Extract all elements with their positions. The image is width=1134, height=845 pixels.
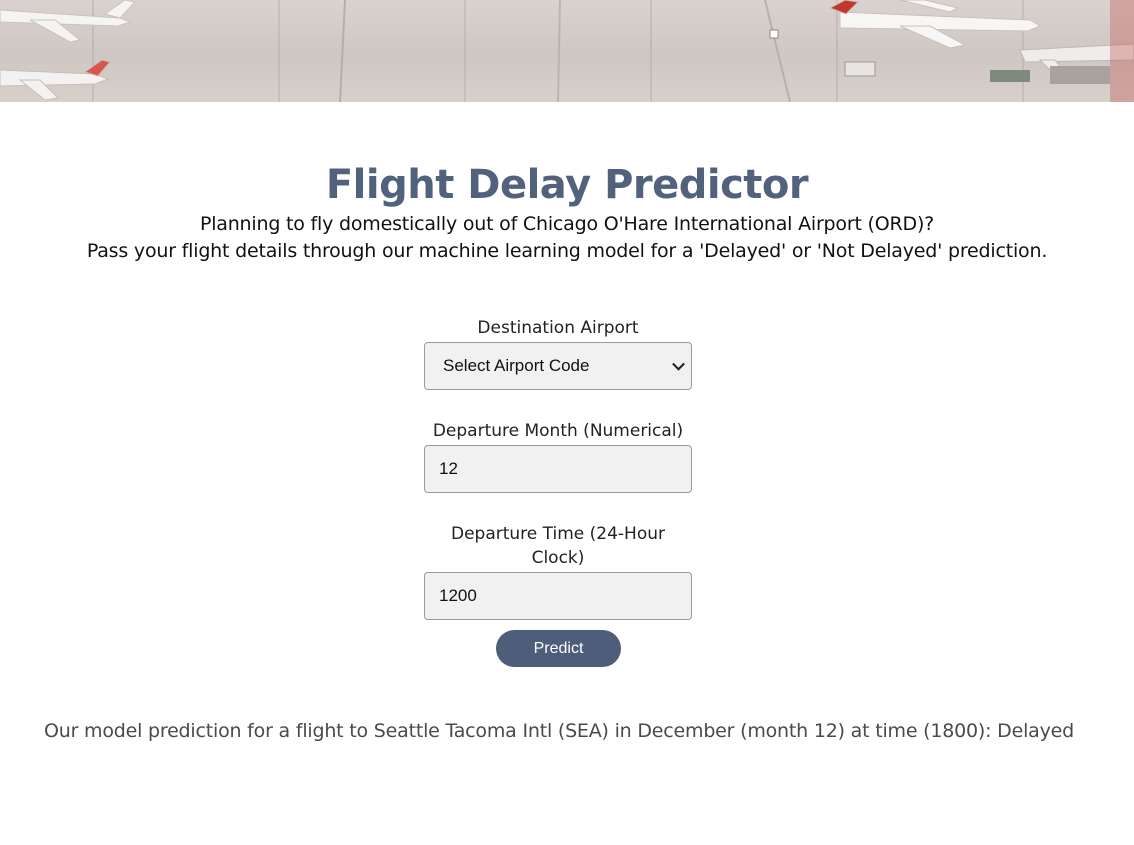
- destination-airport-select[interactable]: Select Airport Code: [424, 342, 692, 390]
- destination-selected-value: Select Airport Code: [443, 356, 590, 375]
- departure-month-value: 12: [439, 459, 458, 478]
- departure-time-input[interactable]: 1200: [424, 572, 692, 620]
- destination-label: Destination Airport: [477, 318, 639, 338]
- intro-text: Planning to fly domestically out of Chic…: [0, 211, 1134, 265]
- time-label: Departure Time (24-Hour Clock): [450, 524, 666, 568]
- prediction-form: Destination Airport Select Airport Code …: [424, 316, 692, 649]
- time-group: Departure Time (24-Hour Clock) 1200: [424, 522, 692, 620]
- intro-line-2: Pass your flight details through our mac…: [86, 240, 1048, 262]
- month-label: Departure Month (Numerical): [432, 421, 684, 441]
- destination-group: Destination Airport Select Airport Code: [424, 316, 692, 390]
- hero-banner-image: [0, 0, 1134, 102]
- page-title: Flight Delay Predictor: [325, 161, 809, 208]
- chevron-down-icon: [672, 357, 685, 371]
- predict-button[interactable]: Predict: [496, 630, 621, 667]
- intro-line-1: Planning to fly domestically out of Chic…: [199, 213, 935, 235]
- prediction-result: Our model prediction for a flight to Sea…: [43, 720, 1075, 742]
- departure-time-value: 1200: [439, 586, 477, 605]
- departure-month-input[interactable]: 12: [424, 445, 692, 493]
- airplanes-illustration: [0, 0, 1134, 102]
- month-group: Departure Month (Numerical) 12: [424, 419, 692, 493]
